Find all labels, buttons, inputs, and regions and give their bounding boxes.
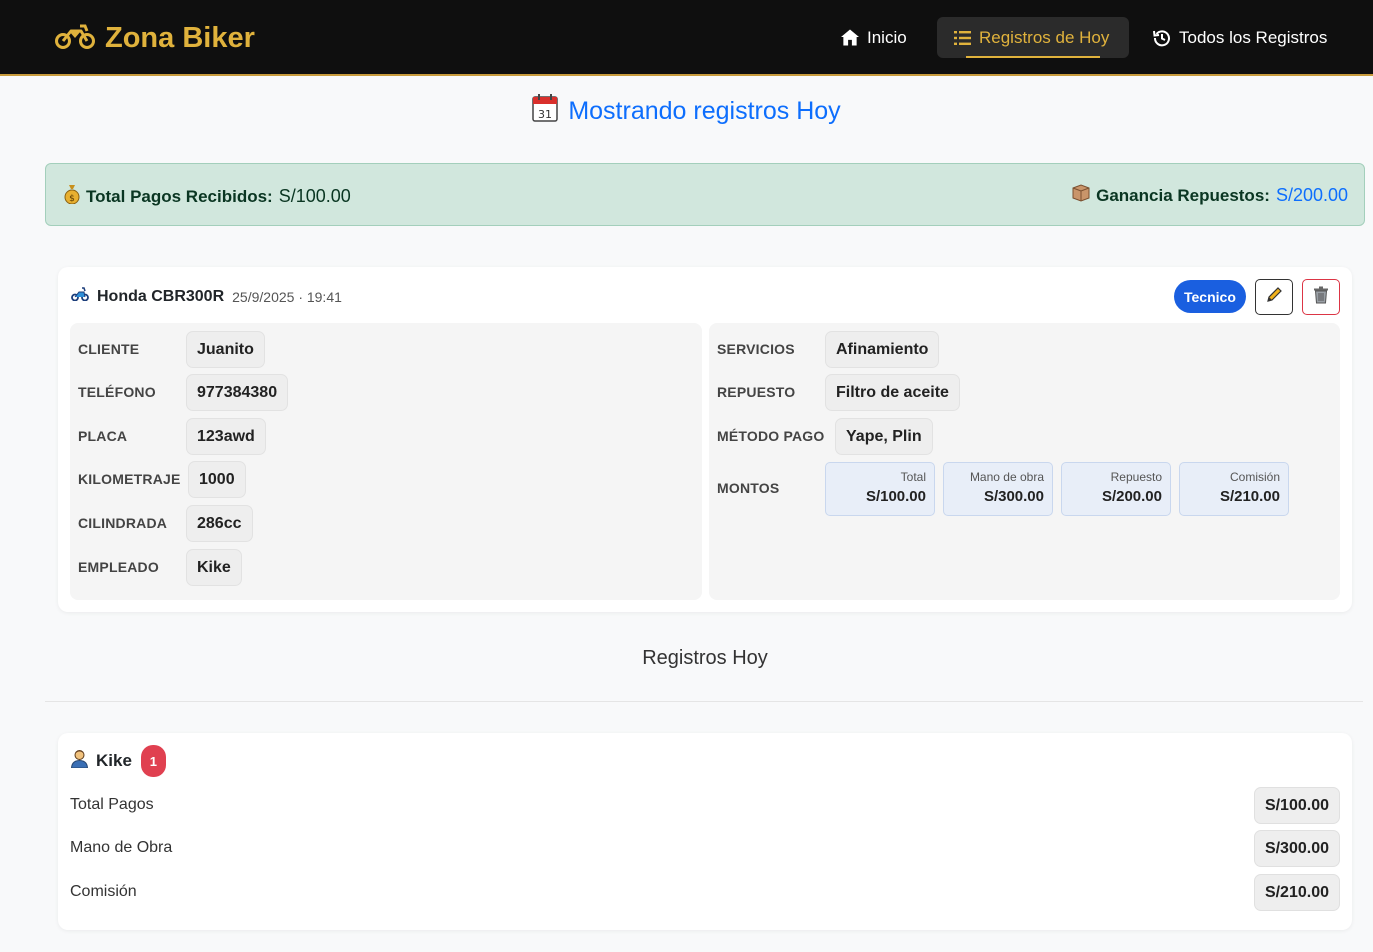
section-title: Registros Hoy [642, 647, 768, 669]
ganancia-repuestos-label: Ganancia Repuestos: [1096, 185, 1270, 205]
summary-alert: $ Total Pagos Recibidos: S/100.00 Gananc… [45, 163, 1365, 226]
person-icon [70, 749, 89, 773]
role-badge: Tecnico [1174, 280, 1246, 313]
ganancia-repuestos-value: S/200.00 [1275, 185, 1348, 205]
record-count-badge: 1 [140, 745, 166, 777]
monto-repuesto: Repuesto S/200.00 [1061, 462, 1171, 516]
field-label-metodo-pago: MÉTODO PAGO [717, 428, 825, 444]
monto-repuesto-label: Repuesto [1110, 470, 1162, 484]
box-icon [1072, 184, 1090, 207]
total-pagos-summary: $ Total Pagos Recibidos: S/100.00 [64, 184, 351, 209]
field-value-empleado: Kike [186, 549, 242, 586]
employee-card: Kike 1 Total Pagos S/100.00 Mano de Obra… [58, 733, 1352, 930]
field-label-montos: MONTOS [717, 480, 780, 496]
field-value-cilindrada: 286cc [186, 505, 253, 542]
nav-inicio[interactable]: Inicio [825, 17, 923, 58]
field-label-empleado: EMPLEADO [78, 559, 159, 575]
field-value-metodo-pago: Yape, Plin [835, 418, 933, 455]
scooter-icon [71, 287, 89, 306]
employee-name: Kike [96, 751, 132, 770]
total-pagos-value: S/100.00 [278, 186, 351, 206]
pencil-icon [1265, 286, 1283, 309]
record-datetime: 25/9/2025 · 19:41 [232, 288, 342, 305]
history-icon [1153, 29, 1171, 47]
field-value-repuesto: Filtro de aceite [825, 374, 960, 411]
emp-total-pagos-value: S/100.00 [1253, 787, 1340, 824]
monto-comision-value: S/210.00 [1219, 488, 1280, 505]
monto-total-label: Total [900, 470, 926, 484]
field-value-cliente: Juanito [186, 331, 265, 368]
nav-inicio-label: Inicio [867, 27, 907, 47]
svg-text:$: $ [69, 194, 75, 204]
client-details-panel: CLIENTE Juanito TELÉFONO 977384380 PLACA… [70, 323, 702, 600]
service-details-panel: SERVICIOS Afinamiento REPUESTO Filtro de… [709, 323, 1340, 600]
monto-total: Total S/100.00 [825, 462, 935, 516]
trash-icon [1313, 286, 1329, 309]
money-bag-icon: $ [64, 184, 80, 209]
nav-registros-hoy-label: Registros de Hoy [979, 27, 1110, 47]
record-card: Honda CBR300R 25/9/2025 · 19:41 Tecnico … [58, 267, 1352, 612]
nav-registros-hoy[interactable]: Registros de Hoy [937, 17, 1129, 58]
field-value-telefono: 977384380 [186, 374, 289, 411]
page-title: 31 Mostrando registros Hoy [0, 94, 1373, 129]
employee-header: Kike 1 [70, 745, 166, 777]
emp-mano-obra-label: Mano de Obra [70, 839, 173, 856]
brand-name: Zona Biker [105, 22, 255, 54]
monto-comision: Comisión S/210.00 [1179, 462, 1289, 516]
page-title-text: Mostrando registros Hoy [568, 97, 841, 125]
field-label-cliente: CLIENTE [78, 341, 140, 357]
calendar-icon: 31 [532, 94, 559, 129]
emp-total-pagos-label: Total Pagos [70, 796, 154, 813]
divider [45, 701, 1363, 702]
total-pagos-label: Total Pagos Recibidos: [86, 186, 273, 206]
monto-repuesto-value: S/200.00 [1101, 488, 1162, 505]
field-label-servicios: SERVICIOS [717, 341, 795, 357]
emp-comision-label: Comisión [70, 883, 137, 900]
ganancia-repuestos-summary: Ganancia Repuestos: S/200.00 [1072, 184, 1348, 207]
brand[interactable]: Zona Biker [55, 20, 255, 56]
field-value-placa: 123awd [186, 418, 266, 455]
monto-mano-obra: Mano de obra S/300.00 [943, 462, 1053, 516]
field-value-kilometraje: 1000 [188, 461, 246, 498]
emp-mano-obra-value: S/300.00 [1253, 830, 1340, 867]
monto-comision-label: Comisión [1229, 470, 1280, 484]
moto-name: Honda CBR300R [97, 287, 225, 305]
monto-mano-obra-label: Mano de obra [969, 470, 1044, 484]
delete-button[interactable] [1302, 279, 1340, 315]
home-icon [841, 29, 859, 47]
field-label-kilometraje: KILOMETRAJE [78, 471, 181, 487]
record-header: Honda CBR300R 25/9/2025 · 19:41 [71, 287, 342, 306]
field-label-cilindrada: CILINDRADA [78, 515, 168, 531]
list-icon [953, 29, 971, 47]
emp-comision-value: S/210.00 [1253, 874, 1340, 911]
monto-mano-obra-value: S/300.00 [983, 488, 1044, 505]
field-label-repuesto: REPUESTO [717, 384, 796, 400]
navbar: Zona Biker Inicio Registros de Hoy Todos… [0, 0, 1373, 76]
nav-todos-registros[interactable]: Todos los Registros [1137, 17, 1343, 58]
field-value-servicios: Afinamiento [825, 331, 940, 368]
motorcycle-icon [55, 22, 95, 55]
field-label-telefono: TELÉFONO [78, 384, 156, 400]
field-label-placa: PLACA [78, 428, 128, 444]
svg-text:31: 31 [538, 108, 552, 121]
monto-total-value: S/100.00 [865, 488, 926, 505]
edit-button[interactable] [1255, 279, 1293, 315]
nav-todos-registros-label: Todos los Registros [1179, 27, 1328, 47]
